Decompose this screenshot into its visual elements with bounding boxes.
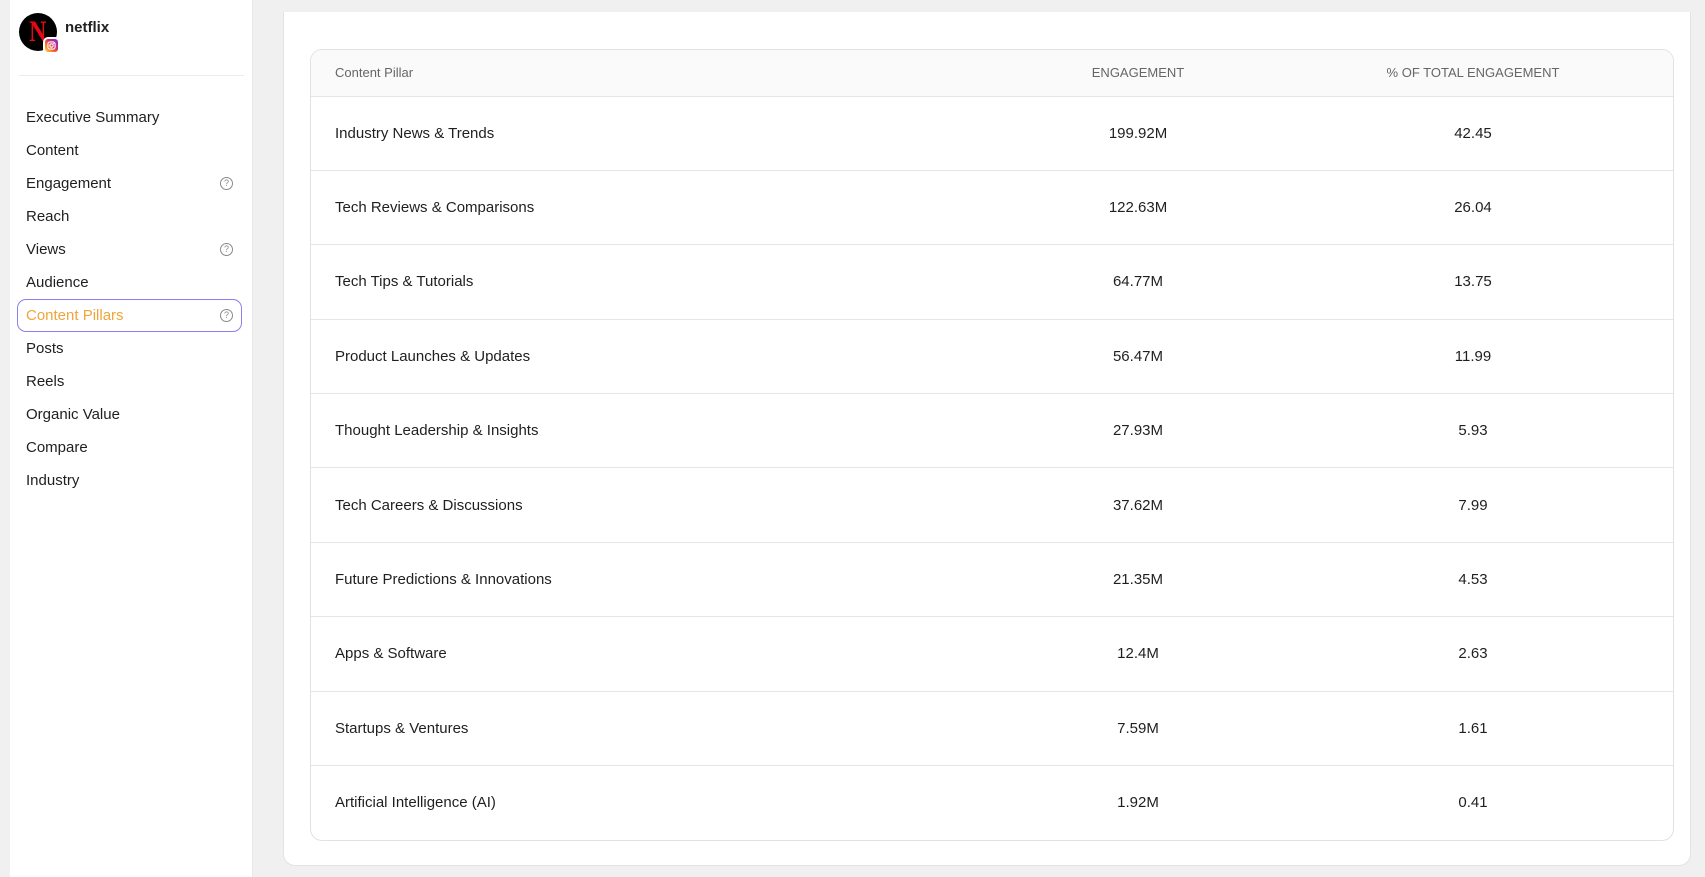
cell-content-pillar: Product Launches & Updates: [311, 318, 883, 394]
cell-percent-total: 11.99: [1273, 318, 1673, 394]
table-row: Industry News & Trends 199.92M 42.45: [311, 96, 1673, 170]
cell-percent-total: 1.61: [1273, 690, 1673, 766]
sidebar-item-content-pillars[interactable]: Content Pillars?: [17, 299, 242, 332]
column-header-percent-total[interactable]: % OF TOTAL ENGAGEMENT: [1273, 50, 1673, 97]
cell-engagement: 1.92M: [883, 765, 1273, 840]
sidebar-item-engagement[interactable]: Engagement?: [17, 167, 242, 200]
table-row: Tech Tips & Tutorials 64.77M 13.75: [311, 244, 1673, 320]
sidebar-item-industry[interactable]: Industry: [17, 464, 242, 497]
cell-engagement: 12.4M: [883, 616, 1273, 692]
sidebar-item-compare[interactable]: Compare: [17, 431, 242, 464]
cell-engagement: 56.47M: [883, 318, 1273, 394]
cell-percent-total: 2.63: [1273, 616, 1673, 692]
account-name: netflix: [65, 18, 110, 36]
account-header[interactable]: N netflix: [19, 13, 110, 54]
table-row: Product Launches & Updates 56.47M 11.99: [311, 318, 1673, 394]
cell-content-pillar: Tech Reviews & Comparisons: [311, 169, 883, 245]
cell-percent-total: 5.93: [1273, 393, 1673, 468]
sidebar-item-label: Industry: [26, 472, 80, 489]
column-header-content-pillar[interactable]: Content Pillar: [311, 50, 883, 97]
cell-content-pillar: Future Predictions & Innovations: [311, 541, 883, 617]
cell-engagement: 7.59M: [883, 690, 1273, 766]
avatar: N: [19, 13, 60, 54]
help-icon[interactable]: ?: [220, 243, 233, 256]
sidebar-item-reach[interactable]: Reach: [17, 200, 242, 233]
cell-percent-total: 7.99: [1273, 467, 1673, 543]
sidebar-item-label: Reels: [26, 373, 65, 390]
sidebar-item-reels[interactable]: Reels: [17, 365, 242, 398]
sidebar-item-label: Posts: [26, 340, 64, 357]
sidebar-item-executive-summary[interactable]: Executive Summary: [17, 101, 242, 134]
cell-engagement: 37.62M: [883, 467, 1273, 543]
sidebar: N netflix Executive Summary Content Engage…: [10, 0, 253, 877]
sidebar-item-label: Organic Value: [26, 406, 120, 423]
sidebar-item-label: Engagement: [26, 175, 112, 192]
sidebar-item-label: Views: [26, 241, 66, 258]
sidebar-item-audience[interactable]: Audience: [17, 266, 242, 299]
sidebar-item-label: Executive Summary: [26, 109, 160, 126]
column-header-engagement[interactable]: ENGAGEMENT: [883, 50, 1273, 97]
cell-content-pillar: Industry News & Trends: [335, 124, 495, 142]
table-body: Industry News & Trends 199.92M 42.45 Tech R…: [311, 96, 1673, 840]
sidebar-item-posts[interactable]: Posts: [17, 332, 242, 365]
main-panel: Content Pillar ENGAGEMENT % OF TOTAL ENG…: [283, 12, 1691, 866]
cell-content-pillar: Artificial Intelligence (AI): [311, 765, 883, 840]
cell-content-pillar: Thought Leadership & Insights: [311, 393, 883, 468]
cell-percent-total: 0.41: [1273, 765, 1673, 840]
help-icon[interactable]: ?: [220, 309, 233, 322]
sidebar-item-label: Content: [26, 142, 79, 159]
sidebar-item-label: Reach: [26, 208, 70, 225]
table-row: Future Predictions & Innovations 21.35M 4.…: [311, 541, 1673, 617]
app-window: N netflix Executive Summary Content Engage…: [0, 0, 1705, 877]
cell-content-pillar: Startups & Ventures: [311, 690, 883, 766]
sidebar-nav: Executive Summary Content Engagement? Reach…: [17, 101, 242, 497]
table-row: Artificial Intelligence (AI) 1.92M 0.41: [311, 765, 1673, 840]
table-row: Apps & Software 12.4M 2.63: [311, 616, 1673, 692]
help-icon[interactable]: ?: [220, 177, 233, 190]
sidebar-item-label: Content Pillars: [26, 307, 124, 324]
sidebar-item-views[interactable]: Views?: [17, 233, 242, 266]
content-pillars-table: Content Pillar ENGAGEMENT % OF TOTAL ENG…: [310, 49, 1674, 841]
cell-engagement: 64.77M: [883, 244, 1273, 320]
cell-engagement: 199.92M: [1108, 124, 1168, 142]
sidebar-item-content[interactable]: Content: [17, 134, 242, 167]
cell-content-pillar: Tech Careers & Discussions: [311, 467, 883, 543]
cell-engagement: 21.35M: [883, 541, 1273, 617]
table-row: Startups & Ventures 7.59M 1.61: [311, 690, 1673, 766]
cell-content-pillar: Tech Tips & Tutorials: [311, 244, 883, 320]
cell-engagement: 27.93M: [883, 393, 1273, 468]
sidebar-item-organic-value[interactable]: Organic Value: [17, 398, 242, 431]
sidebar-divider: [19, 75, 244, 76]
cell-percent-total: 4.53: [1273, 541, 1673, 617]
cell-percent-total: 26.04: [1273, 169, 1673, 245]
table-row: Tech Reviews & Comparisons 122.63M 26.04: [311, 169, 1673, 245]
sidebar-item-label: Audience: [26, 274, 89, 291]
cell-percent-total: 42.45: [1454, 124, 1492, 142]
cell-content-pillar: Apps & Software: [311, 616, 883, 692]
cell-percent-total: 13.75: [1273, 244, 1673, 320]
sidebar-item-label: Compare: [26, 439, 88, 456]
table-row: Tech Careers & Discussions 37.62M 7.99: [311, 467, 1673, 543]
table-header-row: Content Pillar ENGAGEMENT % OF TOTAL ENG…: [311, 50, 1673, 97]
cell-engagement: 122.63M: [883, 169, 1273, 245]
table-row: Thought Leadership & Insights 27.93M 5.93: [311, 393, 1673, 468]
instagram-icon: [43, 37, 60, 54]
